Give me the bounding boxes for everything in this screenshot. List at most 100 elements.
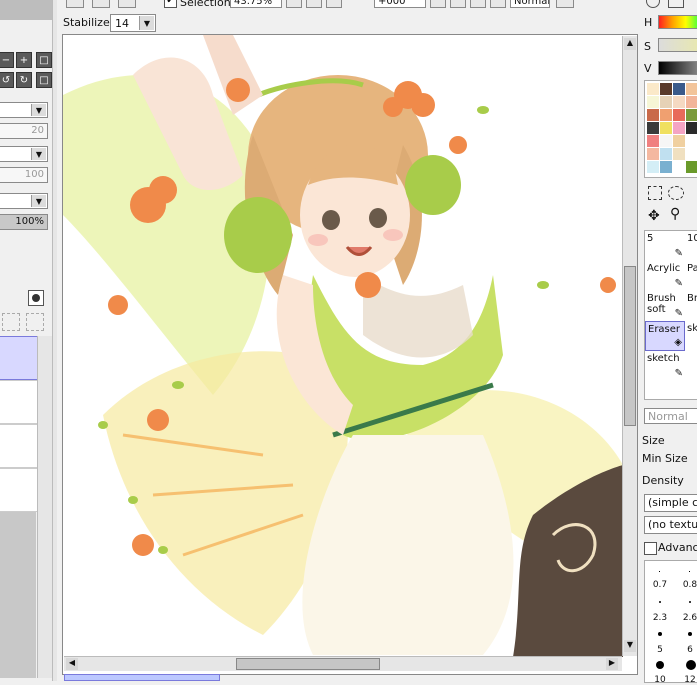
saturation-slider[interactable] xyxy=(658,38,697,52)
size-option[interactable]: 2.3 xyxy=(645,613,675,623)
brush-mode-select[interactable]: Normal xyxy=(644,408,697,424)
selection-checkbox[interactable]: ✔ xyxy=(164,0,177,8)
left-dropdown-3[interactable]: ▼ xyxy=(0,193,48,209)
reset-button[interactable]: □ xyxy=(36,72,52,88)
toolbar-button-2[interactable] xyxy=(92,0,110,8)
tool-sk[interactable]: sk xyxy=(685,321,697,351)
left-field-a[interactable]: 20 xyxy=(0,123,48,139)
left-dropdown-2[interactable]: ▼ xyxy=(0,146,48,162)
color-swatch[interactable] xyxy=(647,161,659,173)
tool-brush-soft[interactable]: Brush soft ✎ xyxy=(645,291,685,321)
tool-eraser[interactable]: Eraser ◈ xyxy=(645,321,685,351)
size-option[interactable]: 12 xyxy=(675,675,697,685)
toolbar-button-3[interactable] xyxy=(118,0,136,8)
tool-pa[interactable]: Pa xyxy=(685,261,697,291)
color-swatch[interactable] xyxy=(660,83,672,95)
color-swatch[interactable] xyxy=(660,135,672,147)
color-swatch[interactable] xyxy=(673,109,685,121)
color-palette[interactable] xyxy=(644,80,697,178)
move-icon[interactable]: ✥ xyxy=(648,208,660,224)
color-swatch[interactable] xyxy=(647,96,659,108)
left-dropdown-1[interactable]: ▼ xyxy=(0,102,48,118)
layer-scrollbar[interactable] xyxy=(37,336,52,678)
color-wheel-icon[interactable] xyxy=(646,0,660,8)
stabilizer-dropdown[interactable]: 14 ▼ xyxy=(110,14,156,32)
canvas-vertical-scrollbar[interactable]: ▲ ▼ xyxy=(622,36,637,656)
zoom-icon[interactable]: ⚲ xyxy=(670,206,680,222)
artwork-illustration[interactable] xyxy=(63,35,623,657)
zoom-field[interactable]: 43.75% xyxy=(230,0,282,8)
layer-toolbar-icon[interactable] xyxy=(28,290,44,306)
tool-br[interactable]: Br xyxy=(685,291,697,321)
toolbar-button-1[interactable] xyxy=(66,0,84,8)
rotate-reset-button[interactable] xyxy=(470,0,486,8)
color-swatch[interactable] xyxy=(673,83,685,95)
vertical-scroll-thumb[interactable] xyxy=(624,266,636,426)
tool-size-10[interactable]: 10 xyxy=(685,231,697,261)
color-swatch[interactable] xyxy=(686,148,697,160)
layer-item[interactable] xyxy=(0,380,38,424)
new-layer-icon[interactable] xyxy=(2,313,20,331)
zoom-in-button[interactable] xyxy=(306,0,322,8)
window-tab-strip[interactable] xyxy=(64,674,220,681)
zoom-reset-button[interactable] xyxy=(326,0,342,8)
color-swatch[interactable] xyxy=(673,122,685,134)
hue-slider[interactable] xyxy=(658,15,697,29)
flip-button[interactable] xyxy=(490,0,506,8)
layer-item[interactable] xyxy=(0,424,38,468)
color-swatch[interactable] xyxy=(647,148,659,160)
size-option[interactable]: 0.7 xyxy=(645,580,675,590)
rotate-left-button[interactable]: ↺ xyxy=(0,72,14,88)
rotate-right-button[interactable]: ↻ xyxy=(16,72,32,88)
blend-mode-select[interactable]: Normal xyxy=(510,0,550,8)
square-button[interactable]: □ xyxy=(36,52,52,68)
color-swatch[interactable] xyxy=(686,83,697,95)
left-field-b[interactable]: 100 xyxy=(0,167,48,183)
color-swatch[interactable] xyxy=(673,135,685,147)
new-folder-icon[interactable] xyxy=(26,313,44,331)
color-swatch[interactable] xyxy=(686,96,697,108)
color-swatch[interactable] xyxy=(660,96,672,108)
size-option[interactable]: 0.8 xyxy=(675,580,697,590)
color-swatch[interactable] xyxy=(647,109,659,121)
tool-acrylic[interactable]: Acrylic ✎ xyxy=(645,261,685,291)
color-swatch[interactable] xyxy=(686,135,697,147)
rect-select-icon[interactable] xyxy=(648,186,662,200)
plus-button[interactable]: + xyxy=(16,52,32,68)
mirror-button[interactable] xyxy=(556,0,574,8)
advanced-checkbox[interactable] xyxy=(644,542,657,555)
rotate-cw-button[interactable] xyxy=(450,0,466,8)
color-swatch[interactable] xyxy=(647,83,659,95)
canvas-horizontal-scrollbar[interactable]: ◀ ▶ xyxy=(64,656,622,671)
color-swatch[interactable] xyxy=(647,135,659,147)
color-swatch[interactable] xyxy=(686,122,697,134)
brush-shape-select[interactable]: (simple circ xyxy=(644,494,697,512)
scroll-down-arrow-icon[interactable]: ▼ xyxy=(624,640,636,652)
opacity-field[interactable]: 100% xyxy=(0,214,48,230)
size-option[interactable]: 10 xyxy=(645,675,675,685)
color-swatch[interactable] xyxy=(660,161,672,173)
tool-size-5[interactable]: 5 ✎ xyxy=(645,231,685,261)
minus-button[interactable]: − xyxy=(0,52,14,68)
lasso-icon[interactable] xyxy=(668,186,684,200)
value-slider[interactable] xyxy=(658,61,697,75)
rotation-field[interactable]: +000° xyxy=(374,0,426,8)
size-option[interactable]: 2.6 xyxy=(675,613,697,623)
brush-texture-select[interactable]: (no textur xyxy=(644,516,697,534)
rotate-ccw-button[interactable] xyxy=(430,0,446,8)
zoom-out-button[interactable] xyxy=(286,0,302,8)
color-swatch[interactable] xyxy=(673,96,685,108)
color-swatch[interactable] xyxy=(660,122,672,134)
scroll-right-arrow-icon[interactable]: ▶ xyxy=(606,658,618,670)
color-swatch[interactable] xyxy=(686,161,697,173)
color-swatch[interactable] xyxy=(660,148,672,160)
layer-item-selected[interactable] xyxy=(0,336,38,380)
color-swatch[interactable] xyxy=(673,161,685,173)
color-swatch[interactable] xyxy=(647,122,659,134)
sliders-icon[interactable] xyxy=(668,0,684,8)
size-option[interactable]: 6 xyxy=(675,645,697,655)
tool-sketch[interactable]: sketch ✎ xyxy=(645,351,685,381)
panel-splitter[interactable] xyxy=(52,0,57,681)
layer-item[interactable] xyxy=(0,468,38,512)
color-swatch[interactable] xyxy=(686,109,697,121)
